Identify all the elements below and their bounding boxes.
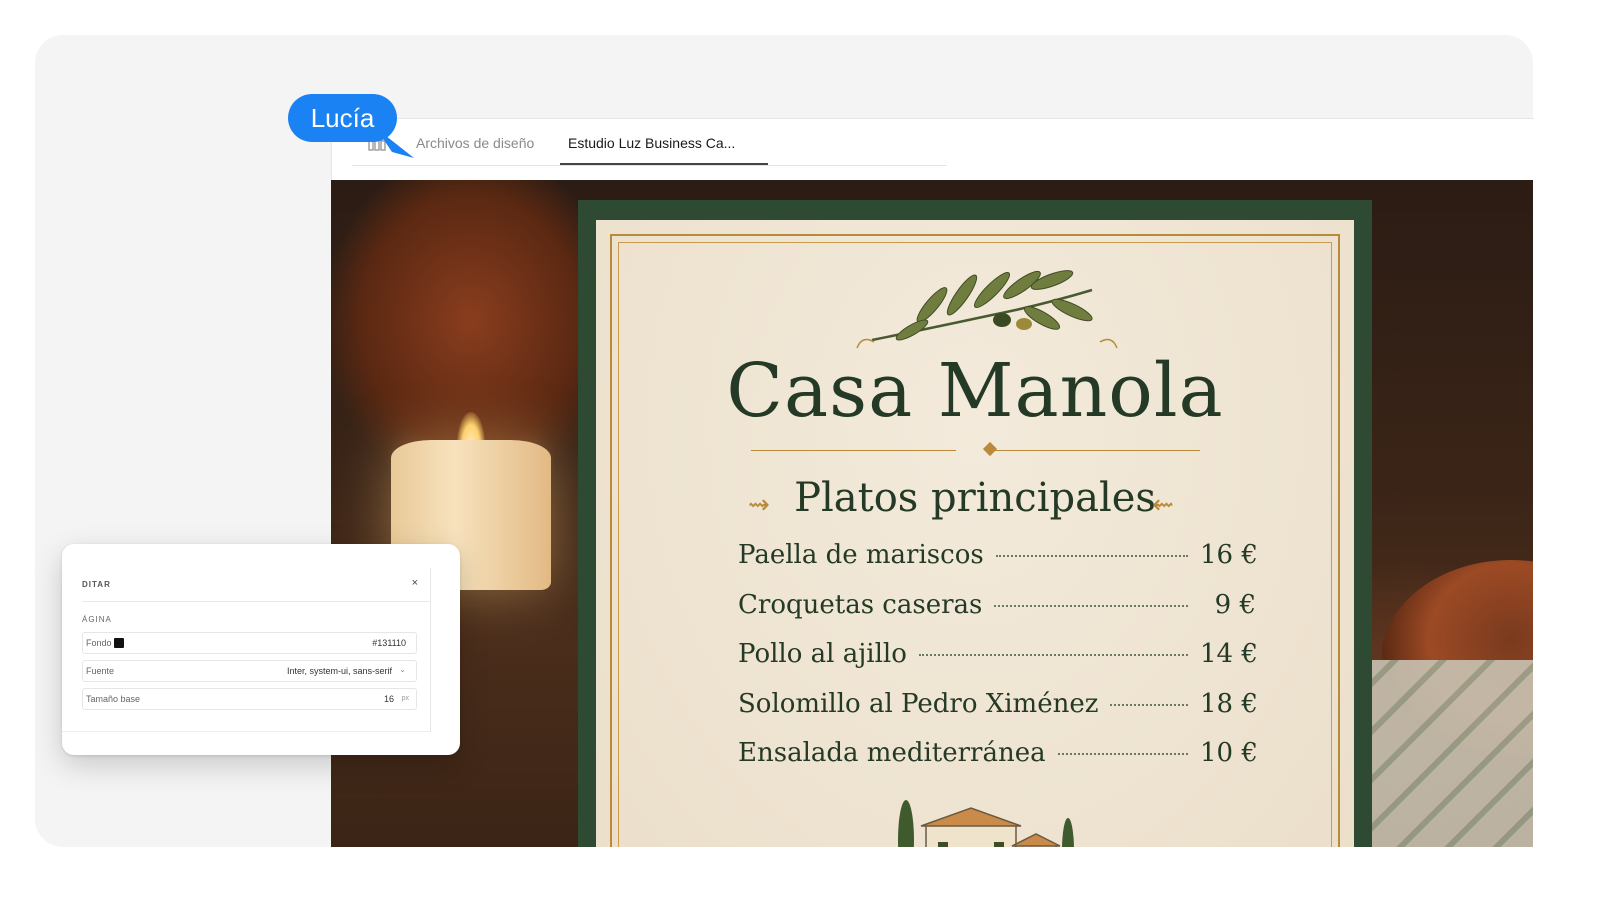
dish-row[interactable]: Solomillo al Pedro Ximénez 18 € bbox=[738, 688, 1258, 739]
dish-name: Solomillo al Pedro Ximénez bbox=[738, 688, 1099, 719]
panel-divider bbox=[82, 601, 430, 602]
menu-card[interactable]: Casa Manola ⇝ Platos principales ⇜ Paell… bbox=[578, 200, 1372, 847]
dish-row[interactable]: Ensalada mediterránea 10 € bbox=[738, 738, 1258, 788]
arrow-right-ornament-icon: ⇜ bbox=[1152, 490, 1174, 520]
dish-row[interactable]: Pollo al ajillo 14 € bbox=[738, 639, 1258, 689]
tab-bar: Archivos de diseño Estudio Luz Business … bbox=[352, 119, 947, 166]
dish-leader-dots bbox=[995, 555, 1188, 557]
dish-leader-dots bbox=[1110, 703, 1188, 706]
font-select[interactable]: Fuente Inter, system-ui, sans-serif ⌄ bbox=[82, 660, 417, 682]
cursor-pointer-icon bbox=[376, 128, 414, 158]
dish-name: Pollo al ajillo bbox=[738, 639, 907, 669]
dish-price: 14 € bbox=[1200, 639, 1258, 669]
font-value: Inter, system-ui, sans-serif bbox=[286, 666, 392, 676]
design-canvas[interactable]: Casa Manola ⇝ Platos principales ⇜ Paell… bbox=[331, 180, 1533, 847]
farmhouse-illustration-icon bbox=[898, 800, 1074, 847]
tab-estudio-luz-business-card[interactable]: Estudio Luz Business Ca... bbox=[560, 119, 768, 165]
divider-left bbox=[751, 450, 956, 451]
divider-right bbox=[994, 450, 1200, 451]
dish-leader-dots bbox=[994, 604, 1188, 607]
font-label: Fuente bbox=[86, 666, 115, 676]
base-size-unit: px bbox=[401, 695, 409, 702]
dish-name: Paella de mariscos bbox=[738, 540, 984, 570]
menu-paper: Casa Manola ⇝ Platos principales ⇜ Paell… bbox=[596, 220, 1354, 847]
olive-branch-icon bbox=[856, 270, 1118, 349]
edit-panel: DITAR × ÁGINA Fondo #131110 Fuente Inter… bbox=[62, 544, 460, 755]
section-title[interactable]: Platos principales bbox=[596, 475, 1354, 521]
panel-heading: DITAR bbox=[82, 580, 111, 589]
dish-row[interactable]: Croquetas caseras 9 € bbox=[738, 590, 1256, 640]
chevron-down-icon[interactable]: ⌄ bbox=[399, 665, 406, 674]
background-label: Fondo bbox=[86, 638, 112, 648]
color-swatch[interactable] bbox=[114, 638, 124, 648]
background-value[interactable]: #131110 bbox=[372, 638, 406, 648]
collaborator-cursor: Lucía bbox=[288, 94, 428, 164]
close-icon[interactable]: × bbox=[412, 577, 418, 589]
dish-price: 16 € bbox=[1200, 540, 1258, 570]
dish-name: Croquetas caseras bbox=[738, 589, 983, 620]
base-size-label: Tamaño base bbox=[86, 694, 141, 704]
dish-name: Ensalada mediterránea bbox=[738, 738, 1046, 768]
page-section-label: ÁGINA bbox=[82, 615, 112, 624]
tab-archivos-de-diseno[interactable]: Archivos de diseño bbox=[416, 119, 534, 165]
base-size-field[interactable]: Tamaño base 16 px bbox=[82, 688, 417, 710]
dish-price: 9 € bbox=[1214, 589, 1256, 620]
dish-price: 10 € bbox=[1200, 738, 1258, 768]
restaurant-name[interactable]: Casa Manola bbox=[596, 348, 1354, 434]
cloth-photo bbox=[1371, 660, 1533, 847]
background-color-field[interactable]: Fondo #131110 bbox=[82, 632, 417, 654]
dish-leader-dots bbox=[1057, 753, 1188, 755]
dish-list: Paella de mariscos 16 € Croquetas casera… bbox=[738, 540, 1258, 788]
dish-price: 18 € bbox=[1200, 688, 1258, 719]
base-size-value[interactable]: 16 bbox=[384, 694, 394, 704]
dish-leader-dots bbox=[918, 654, 1188, 656]
edit-panel-inner: DITAR × ÁGINA Fondo #131110 Fuente Inter… bbox=[62, 568, 431, 732]
dish-row[interactable]: Paella de mariscos 16 € bbox=[738, 540, 1258, 590]
